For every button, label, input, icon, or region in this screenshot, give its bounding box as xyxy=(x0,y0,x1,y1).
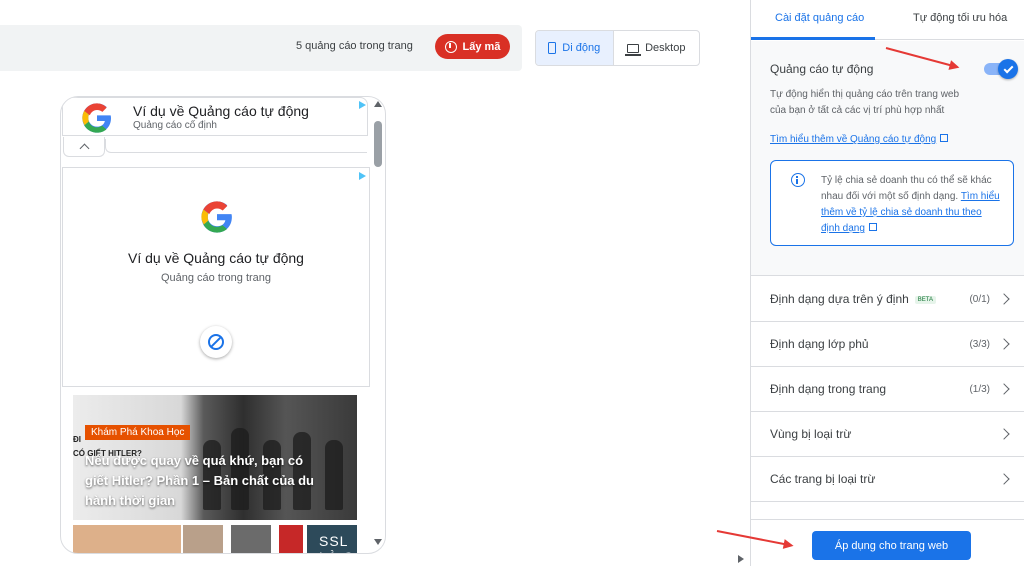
panel-collapse-icon[interactable] xyxy=(738,555,744,563)
get-code-label: Lấy mã xyxy=(462,40,501,53)
anchor-handle-line xyxy=(105,139,367,153)
beta-badge: BETA xyxy=(914,295,937,304)
scroll-thumb[interactable] xyxy=(374,121,382,167)
auto-ads-title: Quảng cáo tự động xyxy=(770,62,874,76)
settings-panel: Cài đặt quảng cáo Tự động tối ưu hóa Quả… xyxy=(750,0,1024,566)
adsense-auto-ads-editor: 5 quảng cáo trong trang Lấy mã Di động D… xyxy=(0,0,1024,566)
auto-ads-toggle[interactable] xyxy=(984,59,1018,79)
row-label: Các trang bị loại trừ xyxy=(770,472,876,486)
row-intent-formats[interactable]: Định dạng dựa trên ý định BETA (0/1) xyxy=(751,277,1024,322)
row-inpage-formats[interactable]: Định dạng trong trang (1/3) xyxy=(751,367,1024,412)
inpage-ad-title: Ví dụ về Quảng cáo tự động xyxy=(128,250,304,266)
row-count: (3/3) xyxy=(969,339,990,350)
row-label: Vùng bị loại trừ xyxy=(770,427,852,441)
desktop-label: Desktop xyxy=(645,42,686,54)
toggle-knob xyxy=(998,59,1018,79)
device-toggle: Di động Desktop xyxy=(535,30,700,66)
apply-to-site-button[interactable]: Áp dụng cho trang web xyxy=(812,531,971,560)
article-title[interactable]: Nếu được quay về quá khứ, bạn có giết Hi… xyxy=(85,451,325,511)
chevron-right-icon xyxy=(998,473,1010,485)
chevron-right-icon xyxy=(998,293,1010,305)
row-overlay-formats[interactable]: Định dạng lớp phủ (3/3) xyxy=(751,322,1024,367)
row-count: (0/1) xyxy=(969,294,990,305)
article-thumbnails: SSL LÀ C xyxy=(73,525,357,553)
auto-ads-section: Quảng cáo tự động Tự động hiển thị quảng… xyxy=(751,41,1024,276)
mobile-preview-frame: Ví dụ về Quảng cáo tự động Quảng cáo cố … xyxy=(60,96,386,554)
article-category-tag[interactable]: Khám Phá Khoa Học xyxy=(85,425,191,440)
article-image[interactable]: ĐI CÓ GIẾT HITLER? Khám Phá Khoa Học Nếu… xyxy=(73,395,357,520)
preview-area: 5 quảng cáo trong trang Lấy mã Di động D… xyxy=(0,0,750,566)
anchor-ad-title: Ví dụ về Quảng cáo tự động xyxy=(133,103,309,119)
mobile-view-button[interactable]: Di động xyxy=(536,31,614,65)
inpage-ad-example[interactable]: Ví dụ về Quảng cáo tự động Quảng cáo tro… xyxy=(62,167,370,387)
ad-count-label: 5 quảng cáo trong trang xyxy=(296,40,413,52)
tab-ad-settings[interactable]: Cài đặt quảng cáo xyxy=(775,12,864,24)
revenue-share-info-box: Tỷ lệ chia sẻ doanh thu có thể sẽ khác n… xyxy=(770,160,1014,246)
block-icon xyxy=(208,334,224,350)
desktop-view-button[interactable]: Desktop xyxy=(614,31,699,65)
anchor-ad-example[interactable]: Ví dụ về Quảng cáo tự động Quảng cáo cố … xyxy=(62,97,368,136)
block-ad-button[interactable] xyxy=(200,326,232,358)
chevron-up-icon xyxy=(79,143,89,154)
get-code-button[interactable]: Lấy mã xyxy=(435,34,510,59)
active-tab-indicator xyxy=(751,37,875,40)
chevron-right-icon xyxy=(998,428,1010,440)
laptop-icon xyxy=(625,43,642,56)
mobile-label: Di động xyxy=(562,42,601,54)
row-count: (1/3) xyxy=(969,384,990,395)
revenue-share-info-text: Tỷ lệ chia sẻ doanh thu có thể sẽ khác n… xyxy=(821,175,1000,234)
adchoices-icon[interactable] xyxy=(359,101,366,109)
alert-icon xyxy=(444,40,457,53)
row-label: Định dạng trong trang xyxy=(770,382,887,396)
chevron-right-icon xyxy=(998,383,1010,395)
row-label: Định dạng lớp phủ xyxy=(770,337,869,351)
thumbnail-caption: SSL LÀ C xyxy=(319,533,353,553)
google-logo-icon xyxy=(82,103,111,133)
scroll-down-icon[interactable] xyxy=(374,539,382,545)
scroll-up-icon[interactable] xyxy=(374,101,382,107)
info-icon xyxy=(791,173,805,187)
inpage-ad-subtitle: Quảng cáo trong trang xyxy=(160,272,272,284)
check-icon xyxy=(1003,63,1013,73)
chevron-right-icon xyxy=(998,338,1010,350)
row-excluded-areas[interactable]: Vùng bị loại trừ xyxy=(751,412,1024,457)
external-link-icon xyxy=(868,223,877,231)
anchor-ad-subtitle: Quảng cáo cố định xyxy=(133,120,217,131)
tab-auto-optimize[interactable]: Tự động tối ưu hóa xyxy=(913,12,1007,24)
panel-tabs: Cài đặt quảng cáo Tự động tối ưu hóa xyxy=(751,0,1024,40)
row-excluded-pages[interactable]: Các trang bị loại trừ xyxy=(751,457,1024,502)
phone-icon xyxy=(548,42,557,54)
anchor-collapse-button[interactable] xyxy=(63,137,105,157)
preview-scrollbar[interactable] xyxy=(373,97,383,553)
adchoices-icon[interactable] xyxy=(359,172,366,180)
google-logo-icon xyxy=(201,201,232,233)
auto-ads-description: Tự động hiển thị quảng cáo trên trang we… xyxy=(770,89,960,116)
row-label: Định dạng dựa trên ý định BETA xyxy=(770,292,937,306)
auto-ads-learn-more-link[interactable]: Tìm hiểu thêm về Quảng cáo tự động xyxy=(770,134,949,145)
external-link-icon xyxy=(940,134,949,142)
